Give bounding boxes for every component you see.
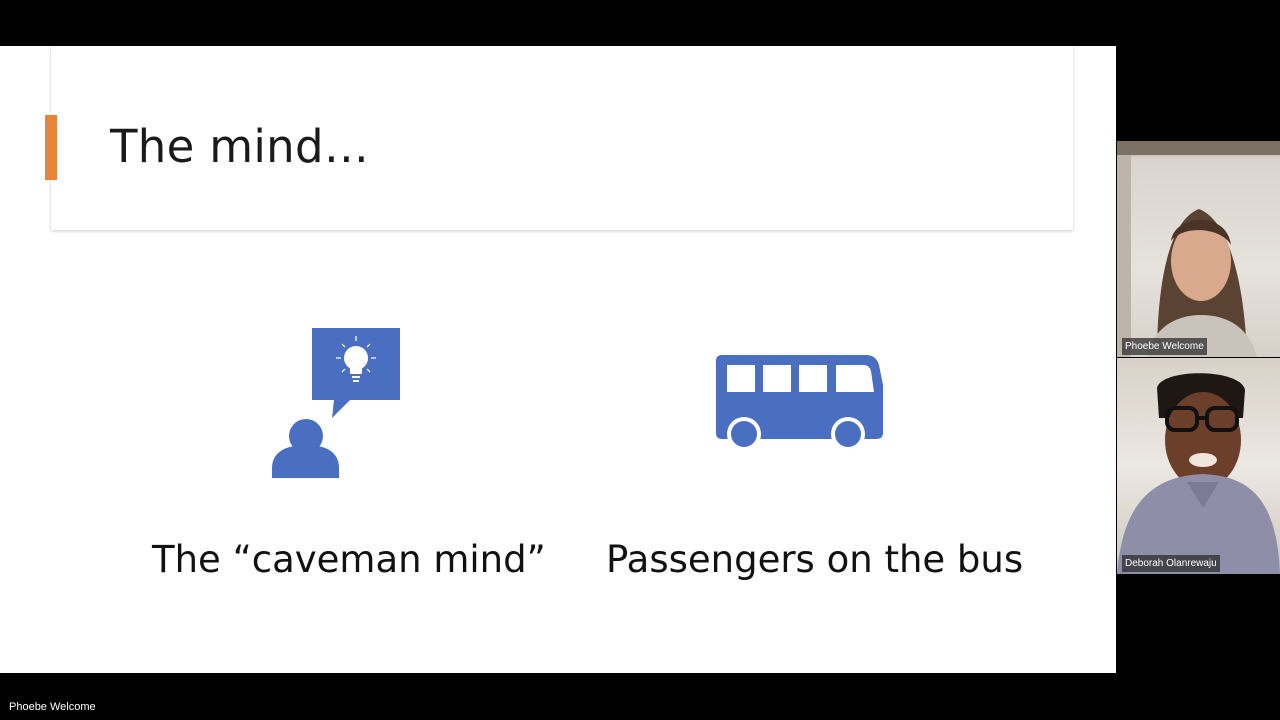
participant-video-tile[interactable]: Phoebe Welcome [1117,141,1280,357]
participant-video-tile[interactable]: Deborah Olanrewaju [1117,358,1280,574]
meeting-window: The mind… The “caveman mind” Passengers … [0,0,1280,720]
person-idea-icon [272,328,400,478]
title-accent-bar [45,115,57,180]
slide-title: The mind… [110,120,370,173]
bus-icon [716,355,883,449]
participant-video-feed [1117,141,1280,357]
active-speaker-label: Phoebe Welcome [9,701,96,713]
participant-name-label: Phoebe Welcome [1122,338,1207,355]
participant-video-feed [1117,373,1280,574]
participant-name-label: Deborah Olanrewaju [1122,555,1220,572]
passengers-bus-caption: Passengers on the bus [606,538,1024,581]
shared-slide: The mind… The “caveman mind” Passengers … [0,46,1116,673]
caveman-mind-caption: The “caveman mind” [152,538,546,581]
